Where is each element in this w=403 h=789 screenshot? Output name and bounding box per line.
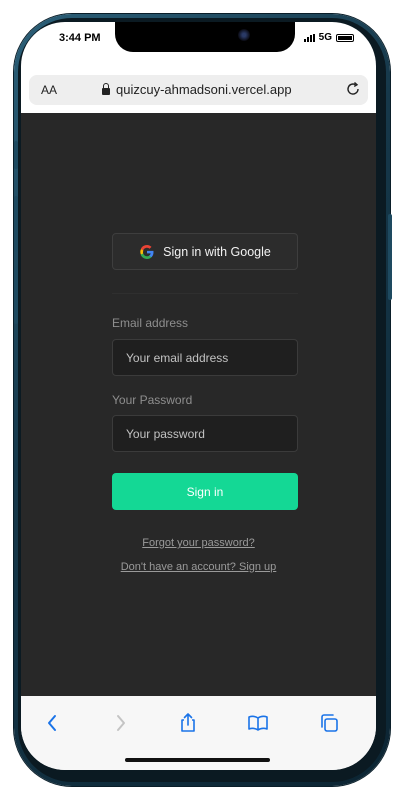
signin-button[interactable]: Sign in [112,473,298,510]
status-time: 3:44 PM [59,32,101,44]
signup-link[interactable]: Don't have an account? Sign up [21,561,376,573]
divider [112,293,298,294]
mute-switch [14,141,18,169]
email-label: Email address [112,316,189,330]
google-signin-button[interactable]: Sign in with Google [112,233,298,270]
email-field[interactable] [112,339,298,376]
phone-screen: 3:44 PM 5G AA quizcuy-ahmadsoni.vercel.a… [21,22,376,770]
signal-icon [303,33,315,42]
password-label: Your Password [112,393,193,407]
home-indicator [125,758,270,762]
notch [115,22,295,52]
volume-down-button [14,268,18,324]
share-icon[interactable] [177,712,199,734]
google-icon [140,244,154,259]
volume-up-button [14,196,18,252]
power-button [388,214,392,300]
bookmarks-icon[interactable] [247,712,269,734]
url-display[interactable]: quizcuy-ahmadsoni.vercel.app [102,82,292,97]
reader-mode-button[interactable]: AA [41,83,57,97]
password-field[interactable] [112,415,298,452]
battery-icon [336,33,354,42]
google-signin-label: Sign in with Google [163,244,271,259]
address-bar[interactable]: AA quizcuy-ahmadsoni.vercel.app [29,75,368,105]
network-label: 5G [318,32,332,43]
back-icon[interactable] [42,712,64,734]
url-text: quizcuy-ahmadsoni.vercel.app [116,82,292,97]
camera-icon [238,29,250,41]
login-page: Sign in with Google Email address Your P… [21,113,376,696]
forward-icon[interactable] [109,712,131,734]
reload-icon[interactable] [344,80,362,98]
lock-icon [102,83,110,95]
tabs-icon[interactable] [318,712,340,734]
status-indicators: 5G [303,32,354,43]
forgot-password-link[interactable]: Forgot your password? [21,537,376,549]
